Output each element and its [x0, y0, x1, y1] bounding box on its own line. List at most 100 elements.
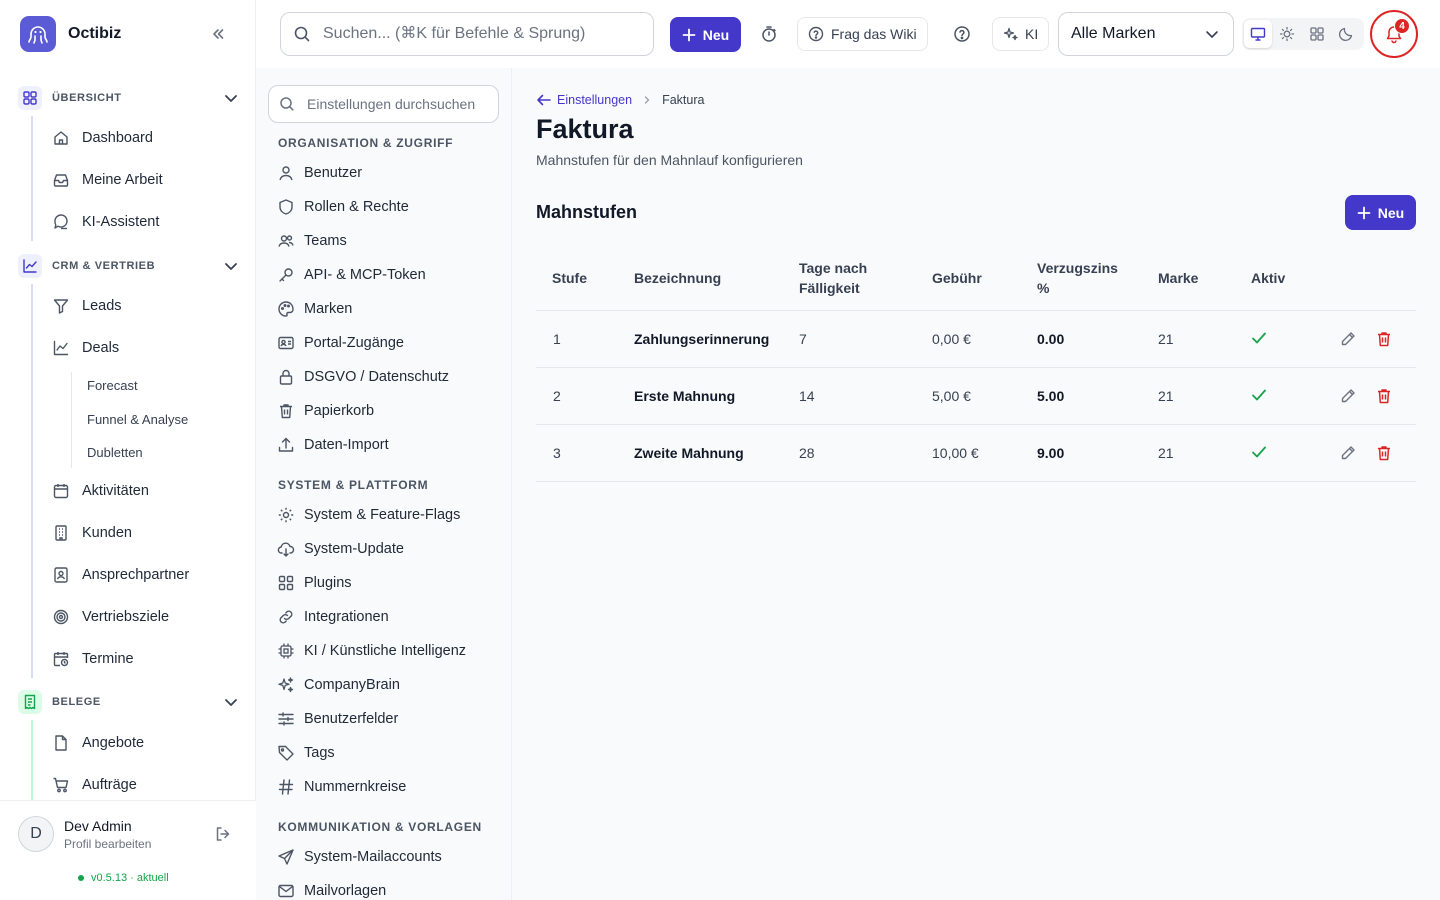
logout-icon[interactable]: [214, 825, 232, 843]
col-header-gebuehr[interactable]: Gebühr: [932, 268, 982, 288]
cell-zins: 5.00: [1037, 388, 1065, 404]
row-divider: [536, 481, 1416, 482]
settings-item-ki[interactable]: KI / Künstliche Intelligenz: [277, 640, 466, 662]
sidebar-item-dashboard[interactable]: Dashboard: [52, 123, 153, 153]
link-icon: [277, 608, 295, 626]
settings-item-portal[interactable]: Portal-Zugänge: [277, 332, 404, 354]
chat-bot-icon: [52, 213, 70, 231]
brand-select[interactable]: Alle Marken: [1058, 12, 1234, 56]
settings-item-companybrain[interactable]: CompanyBrain: [277, 674, 400, 696]
settings-item-plugins[interactable]: Plugins: [277, 572, 352, 594]
monitor-icon[interactable]: [1244, 20, 1272, 48]
section-title: Mahnstufen: [536, 202, 637, 222]
mail-icon: [277, 882, 295, 900]
cpu-icon: [277, 642, 295, 660]
inbox-icon: [52, 171, 70, 189]
settings-item-system-update[interactable]: System-Update: [277, 538, 404, 560]
sidebar-item-leads[interactable]: Leads: [52, 291, 122, 321]
nav-group-uebersicht[interactable]: ÜBERSICHT: [18, 86, 240, 110]
settings-item-rollen[interactable]: Rollen & Rechte: [277, 196, 409, 218]
notifications-button[interactable]: [1370, 10, 1418, 58]
sidebar-item-aktivitaeten[interactable]: Aktivitäten: [52, 476, 149, 506]
settings-item-label: Mailvorlagen: [304, 883, 387, 899]
col-header-aktiv[interactable]: Aktiv: [1251, 268, 1285, 288]
col-header-tage[interactable]: Tage nach Fälligkeit: [799, 258, 909, 298]
col-header-zins[interactable]: Verzugszins %: [1037, 258, 1133, 298]
delete-icon[interactable]: [1375, 387, 1393, 405]
settings-item-teams[interactable]: Teams: [277, 230, 347, 252]
nav-group-title: BELEGE: [52, 696, 101, 708]
col-header-stufe[interactable]: Stufe: [552, 268, 587, 288]
sun-icon[interactable]: [1274, 20, 1302, 48]
edit-profile-link[interactable]: Profil bearbeiten: [64, 837, 151, 851]
sidebar-item-ki-assistent[interactable]: KI-Assistent: [52, 207, 159, 237]
settings-item-api-token[interactable]: API- & MCP-Token: [277, 264, 426, 286]
timer-icon[interactable]: [753, 18, 785, 50]
sidebar-item-kunden[interactable]: Kunden: [52, 518, 132, 548]
lock-icon: [277, 368, 295, 386]
nav-group-crm[interactable]: CRM & VERTRIEB: [18, 254, 240, 278]
sidebar-item-vertriebsziele[interactable]: Vertriebsziele: [52, 602, 169, 632]
settings-item-mailvorlagen[interactable]: Mailvorlagen: [277, 880, 386, 900]
cell-stufe: 1: [553, 331, 561, 347]
settings-item-benutzerfelder[interactable]: Benutzerfelder: [277, 708, 398, 730]
cell-gebuehr: 0,00 €: [932, 331, 971, 347]
settings-item-integrationen[interactable]: Integrationen: [277, 606, 389, 628]
col-header-bezeichnung[interactable]: Bezeichnung: [634, 268, 721, 288]
nav-group-title: CRM & VERTRIEB: [52, 260, 156, 272]
sidebar-item-deals[interactable]: Deals: [52, 333, 119, 363]
avatar[interactable]: D: [18, 816, 54, 852]
sidebar-item-angebote[interactable]: Angebote: [52, 728, 144, 758]
settings-search[interactable]: [268, 85, 499, 123]
ai-button-label: KI: [1025, 26, 1039, 42]
sidebar-subitem-forecast[interactable]: Forecast: [87, 378, 138, 393]
ask-wiki-button[interactable]: Frag das Wiki: [797, 17, 928, 51]
delete-icon[interactable]: [1375, 444, 1393, 462]
sidebar-item-termine[interactable]: Termine: [52, 644, 134, 674]
collapse-sidebar-button[interactable]: [206, 24, 230, 44]
settings-section-title: ORGANISATION & ZUGRIFF: [278, 136, 454, 150]
sidebar-subitem-dubletten[interactable]: Dubletten: [87, 445, 143, 460]
search-input[interactable]: [323, 25, 643, 43]
brand[interactable]: Octibiz: [20, 16, 121, 52]
settings-item-papierkorb[interactable]: Papierkorb: [277, 400, 374, 422]
sidebar-item-auftraege[interactable]: Aufträge: [52, 770, 137, 800]
help-icon[interactable]: [946, 18, 978, 50]
sidebar-subitem-funnel[interactable]: Funnel & Analyse: [87, 412, 188, 427]
settings-item-dsgvo[interactable]: DSGVO / Datenschutz: [277, 366, 449, 388]
new-button[interactable]: Neu: [670, 17, 741, 52]
settings-item-import[interactable]: Daten-Import: [277, 434, 389, 456]
global-search[interactable]: [280, 12, 654, 56]
edit-icon[interactable]: [1339, 444, 1357, 462]
col-header-marke[interactable]: Marke: [1158, 268, 1198, 288]
new-button-label: Neu: [1377, 204, 1405, 221]
settings-item-marken[interactable]: Marken: [277, 298, 352, 320]
settings-search-input[interactable]: [307, 96, 497, 112]
new-mahnstufe-button[interactable]: Neu: [1345, 195, 1416, 230]
ai-button[interactable]: KI: [992, 17, 1050, 51]
settings-item-benutzer[interactable]: Benutzer: [277, 162, 362, 184]
settings-item-nummernkreise[interactable]: Nummernkreise: [277, 776, 406, 798]
nav-group-belege[interactable]: BELEGE: [18, 690, 240, 714]
table-divider: [536, 310, 1416, 311]
settings-item-system-flags[interactable]: System & Feature-Flags: [277, 504, 460, 526]
edit-icon[interactable]: [1339, 387, 1357, 405]
search-icon: [279, 96, 295, 112]
theme-switcher: [1242, 18, 1364, 50]
settings-item-tags[interactable]: Tags: [277, 742, 335, 764]
search-icon: [293, 25, 311, 43]
settings-item-mailaccounts[interactable]: System-Mailaccounts: [277, 846, 442, 868]
sidebar-item-meine-arbeit[interactable]: Meine Arbeit: [52, 165, 163, 195]
moon-icon[interactable]: [1333, 20, 1361, 48]
sidebar-item-ansprechpartner[interactable]: Ansprechpartner: [52, 560, 189, 590]
breadcrumb-back-link[interactable]: Einstellungen: [536, 92, 632, 108]
settings-item-label: Integrationen: [304, 609, 389, 625]
chevron-down-icon: [1203, 25, 1221, 43]
delete-icon[interactable]: [1375, 330, 1393, 348]
settings-item-label: Teams: [304, 233, 347, 249]
edit-icon[interactable]: [1339, 330, 1357, 348]
layout-grid-icon[interactable]: [1303, 20, 1331, 48]
check-icon: [1250, 329, 1268, 347]
sidebar-item-label: Ansprechpartner: [82, 567, 190, 583]
notification-count-badge: 4: [1394, 18, 1410, 34]
